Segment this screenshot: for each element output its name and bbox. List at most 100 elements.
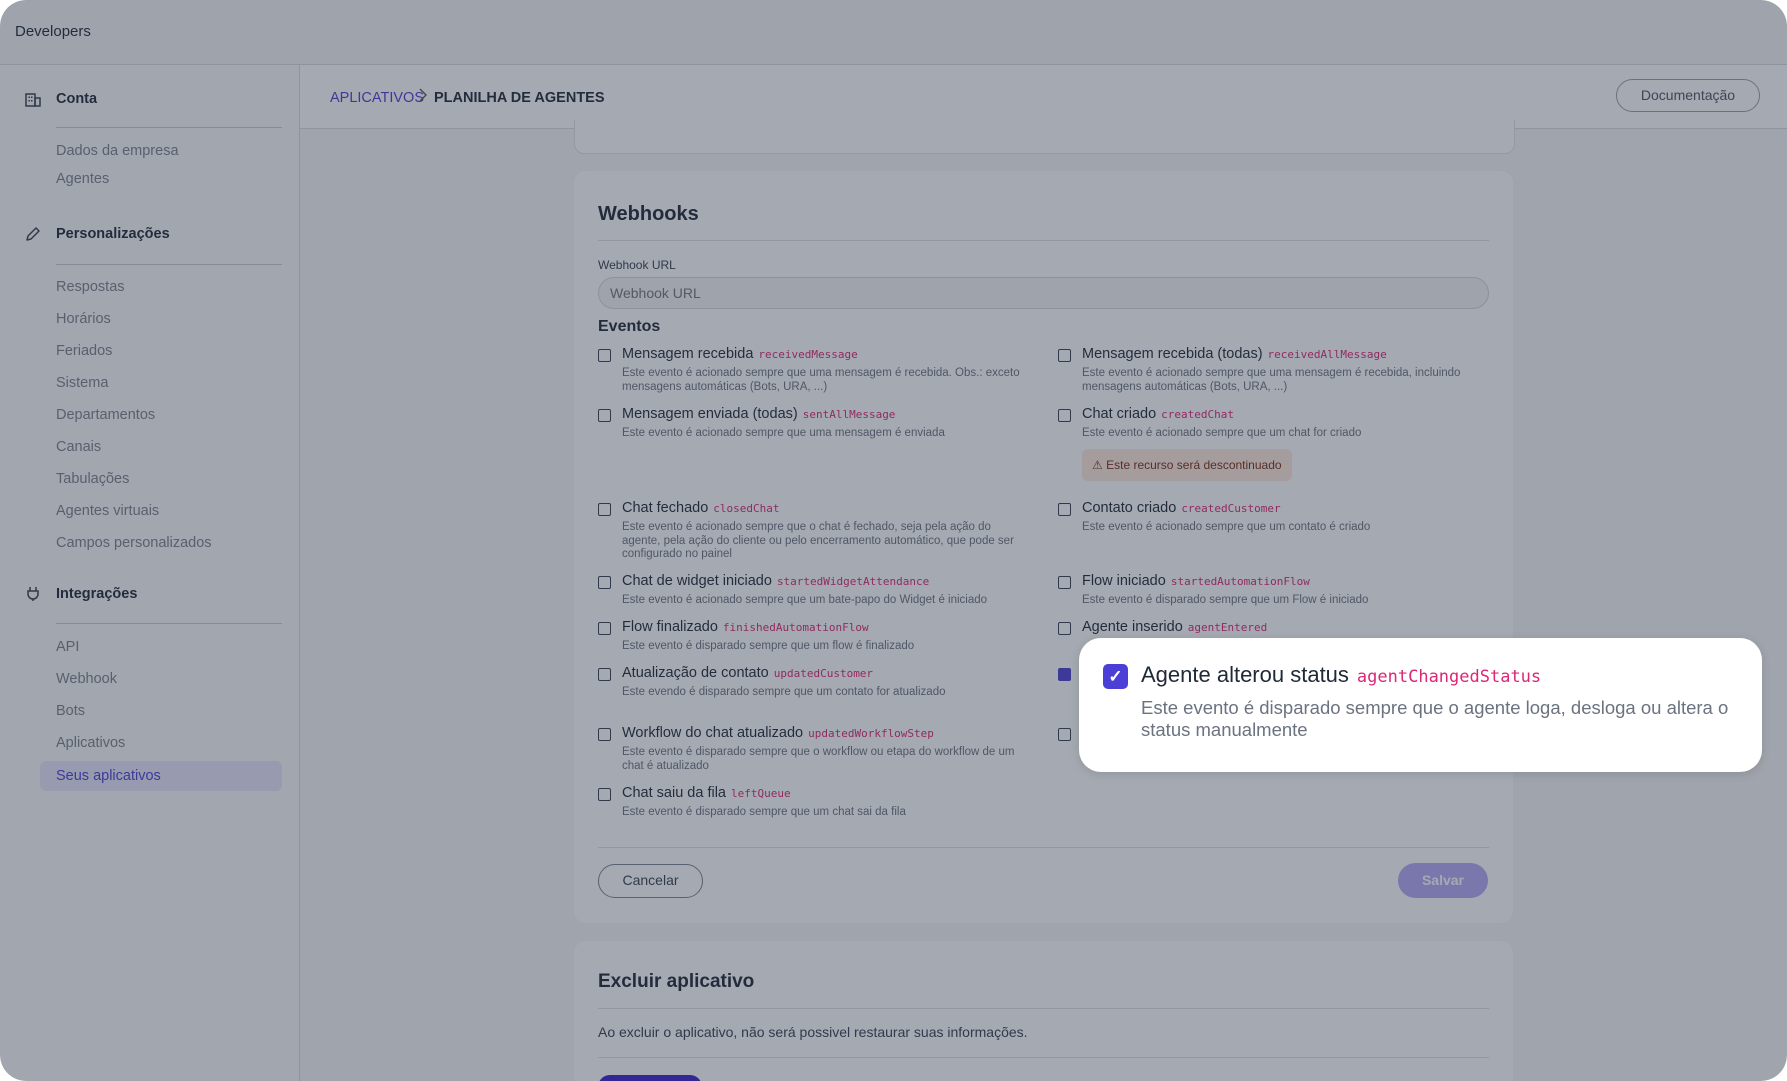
event-name: Flow finalizado <box>622 619 718 635</box>
delete-card-text: Ao excluir o aplicativo, não será possiv… <box>598 1024 1028 1040</box>
card-title: Webhooks <box>598 203 699 225</box>
checkbox[interactable] <box>598 622 611 635</box>
event-description: Este evento é disparado sempre que um ch… <box>622 806 906 818</box>
sidebar-section-label: Integrações <box>56 586 138 602</box>
cancel-button[interactable]: Cancelar <box>598 864 703 898</box>
webhooks-card: Webhooks Webhook URL Eventos Mensagem re… <box>574 171 1513 923</box>
sidebar-item-horarios[interactable]: Horários <box>56 311 111 327</box>
checkbox[interactable] <box>1058 576 1071 589</box>
event-description: Este evento é acionado sempre que um con… <box>1082 521 1371 533</box>
divider <box>56 127 282 128</box>
divider <box>598 240 1489 241</box>
breadcrumb-link[interactable]: APLICATIVOS <box>330 90 424 106</box>
event-description: Este evento é acionado sempre que um cha… <box>1082 427 1362 439</box>
checkbox-checked-icon[interactable]: ✓ <box>1103 664 1128 689</box>
chevron-right-icon <box>418 88 428 106</box>
sidebar-item-api[interactable]: API <box>56 639 79 655</box>
checkbox[interactable] <box>598 788 611 801</box>
delete-button[interactable] <box>598 1075 702 1081</box>
event-name: Mensagem enviada (todas) <box>622 406 798 422</box>
divider <box>598 847 1489 848</box>
webhook-url-label: Webhook URL <box>598 258 676 272</box>
events-title: Eventos <box>598 318 661 335</box>
event-code: agentEntered <box>1187 621 1268 634</box>
sidebar-item-sistema[interactable]: Sistema <box>56 375 108 391</box>
checkbox[interactable] <box>1058 728 1071 741</box>
event-code: updatedWorkflowStep <box>808 727 934 740</box>
event-code: receivedMessage <box>758 348 858 361</box>
event-code: closedChat <box>713 502 780 515</box>
delete-card-title: Excluir aplicativo <box>598 971 755 992</box>
sidebar-section-label: Personalizações <box>56 226 170 242</box>
event-description: Este evento é acionado sempre que um bat… <box>622 594 988 606</box>
event-description: Este evento é acionado sempre que uma me… <box>1082 367 1461 393</box>
popup-event-name: Agente alterou status <box>1141 662 1349 687</box>
checkbox[interactable] <box>598 576 611 589</box>
sidebar-item-dados-da-empresa[interactable]: Dados da empresa <box>56 143 179 159</box>
checkbox[interactable] <box>598 668 611 681</box>
sidebar-item-canais[interactable]: Canais <box>56 439 101 455</box>
sidebar-section-integracoes[interactable]: Integrações <box>24 583 137 605</box>
sidebar-item-seus-aplicativos[interactable]: Seus aplicativos <box>40 761 282 791</box>
app-window: Developers Conta Dados da empresa Agente… <box>0 0 1787 1081</box>
sidebar-item-respostas[interactable]: Respostas <box>56 279 125 295</box>
event-code: startedAutomationFlow <box>1170 575 1310 588</box>
checkbox[interactable] <box>1058 503 1071 516</box>
event-description: Este evendo é disparado sempre que um co… <box>622 686 946 698</box>
divider <box>598 1057 1489 1058</box>
documentation-button[interactable]: Documentação <box>1616 79 1760 112</box>
sidebar-item-aplicativos[interactable]: Aplicativos <box>56 735 125 751</box>
event-code: leftQueue <box>730 787 791 800</box>
sidebar-item-campos-personalizados[interactable]: Campos personalizados <box>56 535 212 551</box>
warning-icon: ⚠ <box>1092 458 1103 472</box>
checkbox[interactable] <box>1058 349 1071 362</box>
top-bar: Developers <box>0 0 1787 65</box>
checkbox[interactable] <box>598 349 611 362</box>
highlight-popup: ✓ Agente alterou status agentChangedStatu… <box>1079 638 1762 772</box>
checkbox[interactable] <box>1058 409 1071 422</box>
sidebar-item-agentes-virtuais[interactable]: Agentes virtuais <box>56 503 159 519</box>
sidebar-item-agentes[interactable]: Agentes <box>56 171 109 187</box>
event-code: receivedAllMessage <box>1267 348 1387 361</box>
divider <box>56 264 282 265</box>
event-description: Este evento é acionado sempre que uma me… <box>622 427 945 439</box>
event-name: Atualização de contato <box>622 665 769 681</box>
sidebar: Conta Dados da empresa Agentes Personali… <box>0 65 300 1081</box>
event-name: Agente inserido <box>1082 619 1183 635</box>
sidebar-section-personalizacoes[interactable]: Personalizações <box>24 223 170 245</box>
checkbox[interactable] <box>598 728 611 741</box>
divider <box>598 1008 1489 1009</box>
event-name: Mensagem recebida <box>622 346 754 362</box>
webhook-url-input[interactable] <box>598 277 1489 309</box>
event-code: startedWidgetAttendance <box>776 575 930 588</box>
save-button[interactable]: Salvar <box>1398 863 1488 898</box>
popup-event-description: Este evento é disparado sempre que o age… <box>1141 697 1729 740</box>
event-name: Contato criado <box>1082 500 1177 516</box>
sidebar-item-webhook[interactable]: Webhook <box>56 671 117 687</box>
event-code: createdCustomer <box>1181 502 1281 515</box>
checkbox[interactable] <box>598 503 611 516</box>
event-name: Flow iniciado <box>1082 573 1166 589</box>
sidebar-section-conta[interactable]: Conta <box>24 88 97 110</box>
divider <box>56 623 282 624</box>
breadcrumb-current: PLANILHA DE AGENTES <box>434 90 605 106</box>
event-description: Este evento é disparado sempre que um Fl… <box>1082 594 1369 606</box>
deprecation-warning: ⚠ Este recurso será descontinuado <box>1082 449 1292 481</box>
event-code: createdChat <box>1161 408 1235 421</box>
delete-app-card: Excluir aplicativo Ao excluir o aplicati… <box>574 941 1513 1081</box>
event-code: sentAllMessage <box>802 408 896 421</box>
app-title: Developers <box>15 23 91 40</box>
building-icon <box>24 90 42 108</box>
sidebar-item-departamentos[interactable]: Departamentos <box>56 407 155 423</box>
event-name: Chat de widget iniciado <box>622 573 772 589</box>
sidebar-item-tabulacoes[interactable]: Tabulações <box>56 471 129 487</box>
sidebar-item-feriados[interactable]: Feriados <box>56 343 112 359</box>
checkbox[interactable] <box>1058 622 1071 635</box>
sidebar-item-bots[interactable]: Bots <box>56 703 85 719</box>
previous-card <box>574 120 1515 154</box>
checkbox[interactable] <box>598 409 611 422</box>
event-description: Este evento é acionado sempre que uma me… <box>622 367 1020 393</box>
checkbox[interactable] <box>1058 668 1071 681</box>
event-description: Este evento é disparado sempre que o wor… <box>622 746 1015 772</box>
pencil-icon <box>24 225 42 243</box>
